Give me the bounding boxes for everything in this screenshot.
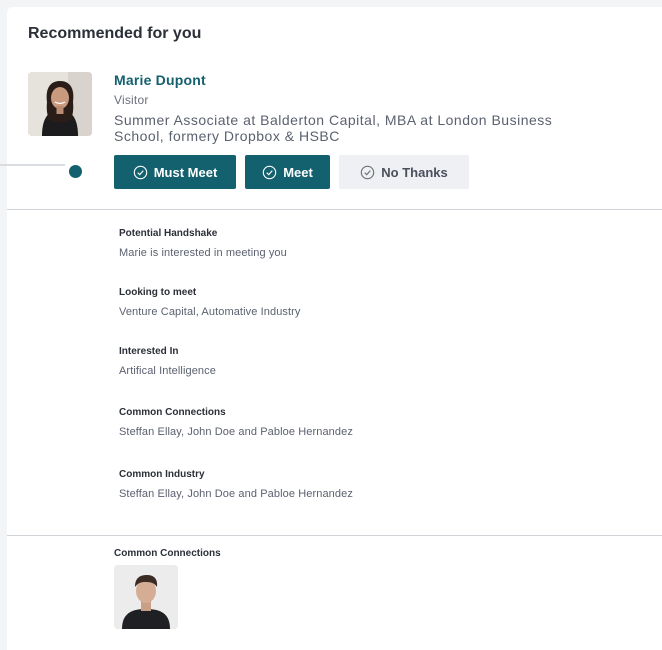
detail-label: Potential Handshake: [119, 228, 218, 239]
check-circle-icon: [262, 165, 277, 179]
profile-bio: Summer Associate at Balderton Capital, M…: [114, 112, 553, 144]
meet-label: Meet: [283, 164, 313, 180]
no-thanks-button[interactable]: No Thanks: [339, 155, 469, 189]
profile-role: Visitor: [114, 93, 149, 107]
connection-avatar[interactable]: [114, 565, 178, 629]
common-connections-title: Common Connections: [114, 548, 221, 559]
detail-label: Interested In: [119, 346, 179, 357]
detail-value: Artifical Intelligence: [119, 365, 216, 377]
no-thanks-label: No Thanks: [381, 164, 448, 180]
must-meet-label: Must Meet: [153, 164, 218, 180]
detail-value: Steffan Ellay, John Doe and Pabloe Herna…: [119, 488, 353, 500]
check-circle-icon: [133, 165, 147, 179]
detail-value: Marie is interested in meeting you: [119, 247, 287, 259]
meet-button[interactable]: Meet: [245, 155, 330, 189]
check-circle-icon: [361, 165, 375, 179]
detail-label: Common Industry: [119, 469, 205, 480]
profile-photo-icon: [28, 72, 92, 136]
detail-label: Common Connections: [119, 407, 226, 418]
detail-value: Venture Capital, Automative Industry: [119, 306, 301, 318]
detail-potential-handshake: Potential Handshake Marie is interested …: [119, 228, 287, 259]
detail-label: Looking to meet: [119, 287, 197, 298]
timeline-dot: [69, 165, 82, 178]
detail-interested-in: Interested In Artifical Intelligence: [119, 346, 216, 377]
detail-common-industry: Common Industry Steffan Ellay, John Doe …: [119, 469, 353, 500]
detail-looking-to-meet: Looking to meet Venture Capital, Automat…: [119, 287, 301, 318]
avatar[interactable]: [28, 72, 92, 136]
divider: [7, 209, 662, 210]
timeline-line: [0, 164, 65, 166]
detail-value: Steffan Ellay, John Doe and Pabloe Herna…: [119, 426, 353, 438]
detail-common-connections: Common Connections Steffan Ellay, John D…: [119, 407, 353, 438]
profile-name[interactable]: Marie Dupont: [114, 72, 206, 88]
connection-photo-icon: [114, 565, 178, 629]
recommendation-card: Recommended for you Marie Dupont Visitor…: [7, 7, 662, 650]
must-meet-button[interactable]: Must Meet: [114, 155, 236, 189]
divider: [7, 535, 662, 536]
section-title: Recommended for you: [28, 25, 202, 42]
